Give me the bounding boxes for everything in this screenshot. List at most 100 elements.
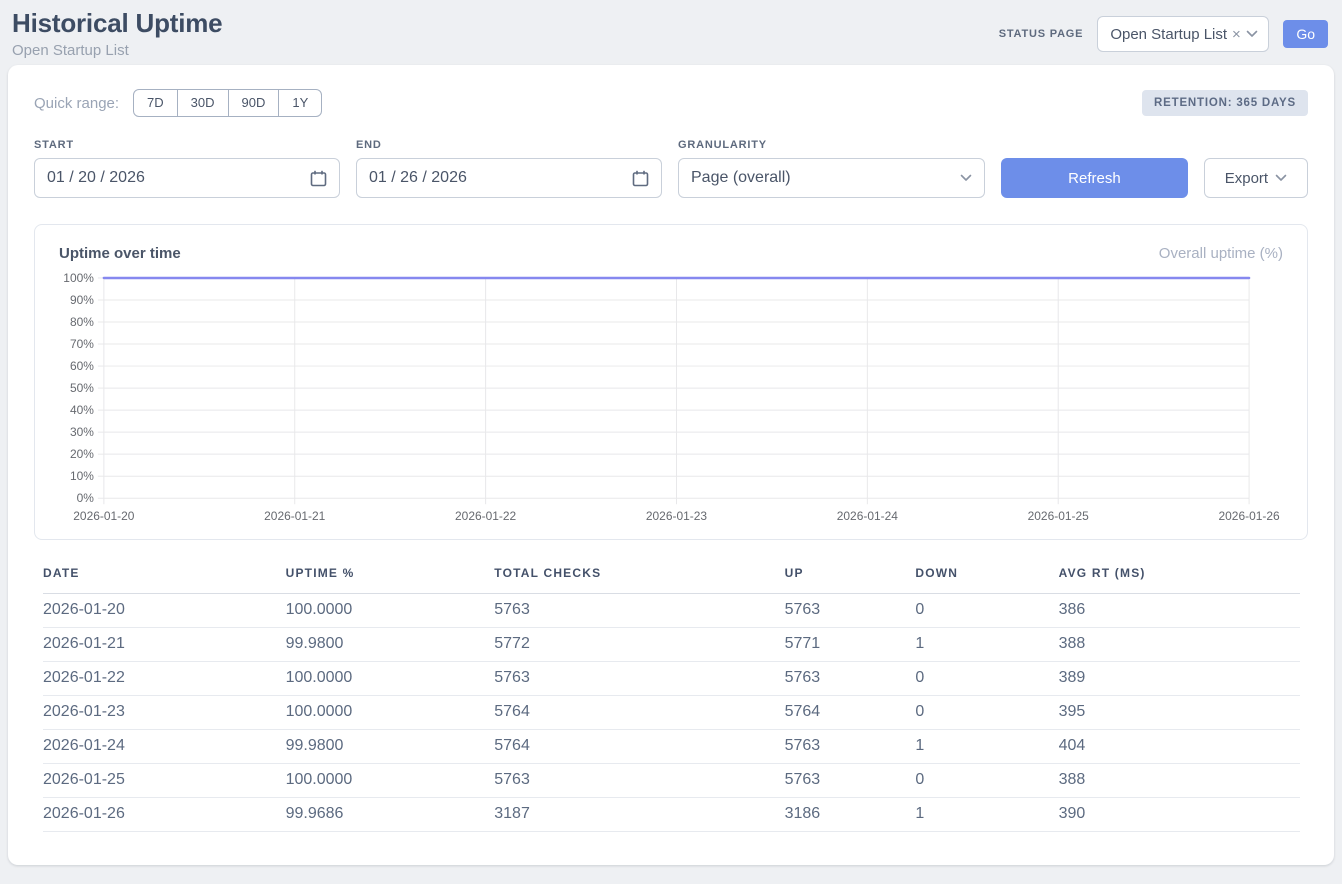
end-date-value: 01 / 26 / 2026: [369, 169, 467, 187]
retention-badge: RETENTION: 365 DAYS: [1142, 90, 1308, 116]
chart-legend-label: Overall uptime (%): [1159, 245, 1283, 262]
y-axis-label: 30%: [70, 425, 94, 439]
table-cell: 0: [915, 594, 1058, 628]
x-axis-label: 2026-01-20: [73, 509, 134, 523]
start-date-value: 01 / 20 / 2026: [47, 169, 145, 187]
quick-range-left: Quick range: 7D30D90D1Y: [34, 89, 322, 117]
granularity-select[interactable]: Page (overall): [678, 158, 985, 198]
table-cell: 3186: [785, 798, 916, 832]
column-header: DATE: [43, 560, 286, 594]
start-date-input[interactable]: 01 / 20 / 2026: [34, 158, 340, 198]
granularity-field: GRANULARITY Page (overall): [678, 139, 985, 198]
y-axis-label: 0%: [77, 491, 95, 505]
table-cell: 5764: [494, 696, 784, 730]
status-page-select[interactable]: Open Startup List ×: [1097, 16, 1269, 52]
column-header: UPTIME %: [286, 560, 495, 594]
y-axis-label: 80%: [70, 315, 94, 329]
x-axis-label: 2026-01-21: [264, 509, 325, 523]
table-cell: 1: [915, 628, 1058, 662]
status-page-value: Open Startup List: [1110, 26, 1227, 43]
y-axis-label: 60%: [70, 359, 94, 373]
table-row: 2026-01-22100.0000576357630389: [43, 662, 1300, 696]
table-cell: 404: [1059, 730, 1300, 764]
table-cell: 2026-01-23: [43, 696, 286, 730]
table-row: 2026-01-2499.9800576457631404: [43, 730, 1300, 764]
clear-icon[interactable]: ×: [1232, 27, 1241, 42]
chevron-down-icon: [1275, 174, 1287, 182]
x-axis-label: 2026-01-25: [1028, 509, 1089, 523]
calendar-icon[interactable]: [310, 170, 327, 187]
table-cell: 5763: [494, 594, 784, 628]
page-title: Historical Uptime: [12, 8, 222, 39]
table-cell: 100.0000: [286, 594, 495, 628]
column-header: DOWN: [915, 560, 1058, 594]
uptime-table-wrap: DATEUPTIME %TOTAL CHECKSUPDOWNAVG RT (MS…: [43, 560, 1300, 832]
export-button[interactable]: Export: [1204, 158, 1308, 198]
granularity-value: Page (overall): [691, 169, 791, 187]
table-cell: 5772: [494, 628, 784, 662]
y-axis-label: 40%: [70, 403, 94, 417]
table-cell: 390: [1059, 798, 1300, 832]
chevron-down-icon: [1246, 30, 1258, 38]
export-label: Export: [1225, 170, 1268, 187]
table-cell: 386: [1059, 594, 1300, 628]
table-cell: 5763: [494, 662, 784, 696]
status-page-label: STATUS PAGE: [999, 28, 1084, 40]
granularity-label: GRANULARITY: [678, 139, 985, 151]
table-cell: 0: [915, 764, 1058, 798]
uptime-line-chart: 0%10%20%30%40%50%60%70%80%90%100%2026-01…: [59, 264, 1283, 525]
table-cell: 2026-01-22: [43, 662, 286, 696]
x-axis-label: 2026-01-26: [1219, 509, 1280, 523]
table-cell: 100.0000: [286, 696, 495, 730]
table-cell: 100.0000: [286, 662, 495, 696]
table-cell: 3187: [494, 798, 784, 832]
start-label: START: [34, 139, 340, 151]
x-axis-label: 2026-01-22: [455, 509, 516, 523]
quick-range-30d-button[interactable]: 30D: [177, 89, 229, 117]
y-axis-label: 10%: [70, 469, 94, 483]
table-cell: 1: [915, 730, 1058, 764]
table-row: 2026-01-2199.9800577257711388: [43, 628, 1300, 662]
chart-title: Uptime over time: [59, 245, 181, 262]
quick-range-1y-button[interactable]: 1Y: [278, 89, 322, 117]
quick-range-7d-button[interactable]: 7D: [133, 89, 178, 117]
filters-row: START 01 / 20 / 2026 END 01 / 26 / 2026 …: [34, 139, 1308, 198]
table-cell: 5763: [785, 764, 916, 798]
table-cell: 5763: [494, 764, 784, 798]
header-controls: STATUS PAGE Open Startup List × Go: [999, 16, 1328, 52]
table-header-row: DATEUPTIME %TOTAL CHECKSUPDOWNAVG RT (MS…: [43, 560, 1300, 594]
table-cell: 0: [915, 662, 1058, 696]
y-axis-label: 90%: [70, 293, 94, 307]
end-date-input[interactable]: 01 / 26 / 2026: [356, 158, 662, 198]
table-row: 2026-01-2699.9686318731861390: [43, 798, 1300, 832]
calendar-icon[interactable]: [632, 170, 649, 187]
table-cell: 5771: [785, 628, 916, 662]
y-axis-label: 20%: [70, 447, 94, 461]
quick-range-label: Quick range:: [34, 95, 119, 112]
column-header: UP: [785, 560, 916, 594]
x-axis-label: 2026-01-24: [837, 509, 898, 523]
table-row: 2026-01-23100.0000576457640395: [43, 696, 1300, 730]
quick-range-group: 7D30D90D1Y: [133, 89, 322, 117]
chevron-down-icon: [960, 174, 972, 182]
quick-range-90d-button[interactable]: 90D: [228, 89, 280, 117]
page-header: Historical Uptime Open Startup List STAT…: [0, 0, 1342, 65]
uptime-table: DATEUPTIME %TOTAL CHECKSUPDOWNAVG RT (MS…: [43, 560, 1300, 832]
table-cell: 5764: [785, 696, 916, 730]
table-cell: 389: [1059, 662, 1300, 696]
table-cell: 99.9686: [286, 798, 495, 832]
chart-header: Uptime over time Overall uptime (%): [59, 245, 1283, 262]
chart-card: Uptime over time Overall uptime (%) 0% 10…: [34, 224, 1308, 540]
table-row: 2026-01-20100.0000576357630386: [43, 594, 1300, 628]
y-axis-label: 100%: [63, 271, 94, 285]
main-panel: Quick range: 7D30D90D1Y RETENTION: 365 D…: [8, 65, 1334, 865]
x-axis-label: 2026-01-23: [646, 509, 707, 523]
refresh-button[interactable]: Refresh: [1001, 158, 1188, 198]
table-cell: 5764: [494, 730, 784, 764]
table-cell: 2026-01-20: [43, 594, 286, 628]
table-cell: 2026-01-24: [43, 730, 286, 764]
y-axis-label: 50%: [70, 381, 94, 395]
table-cell: 99.9800: [286, 730, 495, 764]
go-button[interactable]: Go: [1283, 20, 1328, 48]
quick-range-row: Quick range: 7D30D90D1Y RETENTION: 365 D…: [34, 89, 1308, 117]
